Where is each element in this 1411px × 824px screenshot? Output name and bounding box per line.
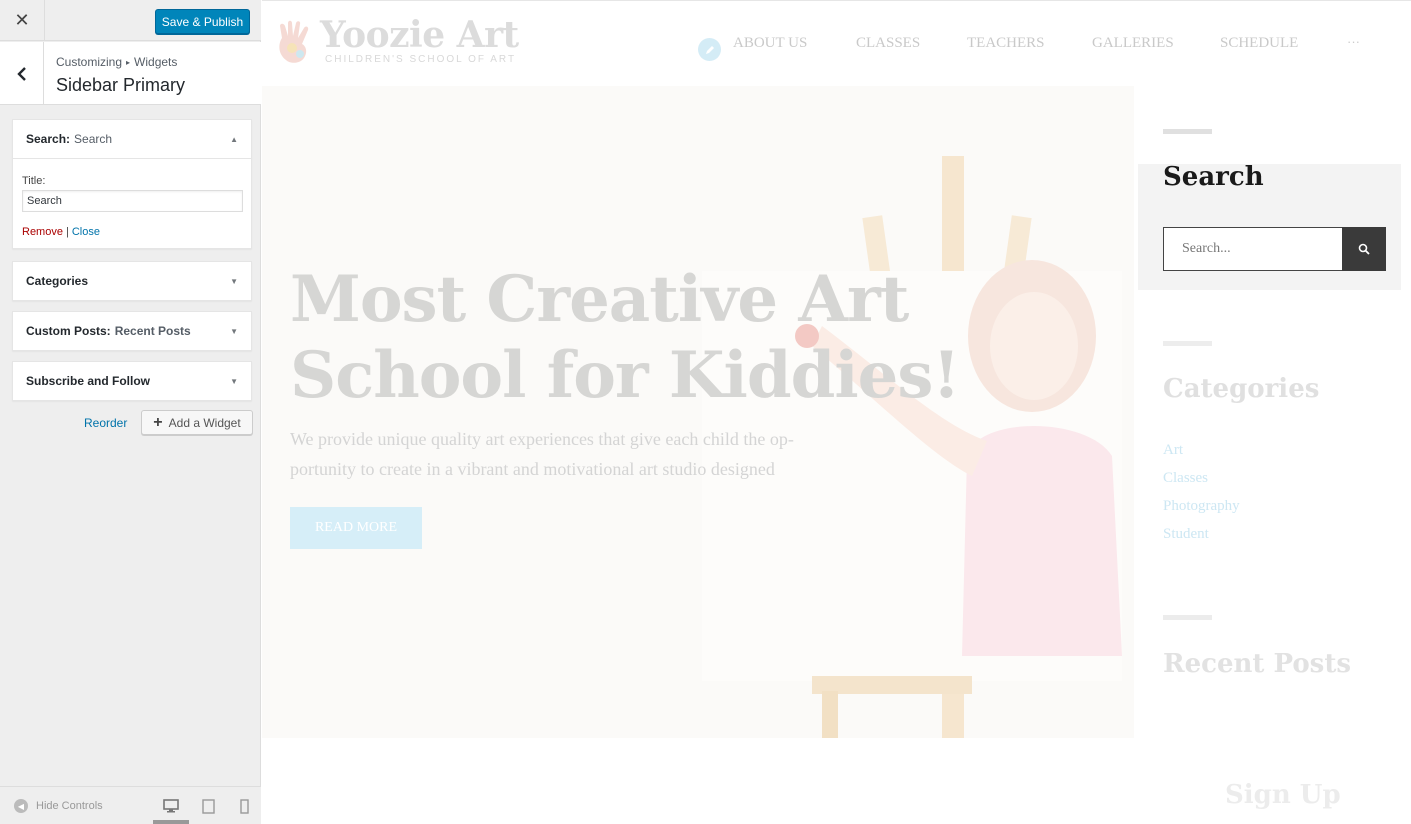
widget-categories[interactable]: Categories ▼ (12, 261, 252, 301)
nav-teachers[interactable]: TEACHERS (967, 35, 1045, 52)
chevron-left-icon (16, 66, 26, 81)
close-customizer-button[interactable]: ✕ (0, 0, 45, 41)
widget-name: Custom Posts: (26, 324, 111, 338)
search-icon (1358, 243, 1370, 255)
breadcrumb-root: Customizing (56, 55, 123, 69)
expand-arrow-icon[interactable]: ▼ (230, 277, 238, 286)
category-link-photography[interactable]: Photography (1163, 498, 1240, 515)
collapse-arrow-icon[interactable]: ▲ (230, 135, 238, 144)
widget-actions: Remove | Close (22, 226, 242, 238)
customizer-footer: ◀ Hide Controls (0, 786, 261, 824)
hide-controls-label: Hide Controls (36, 800, 103, 812)
sidebar-search-input[interactable]: Search... (1163, 227, 1343, 271)
site-logo-name[interactable]: Yoozie Art (320, 14, 519, 56)
hero-section: Most Creative Art School for Kiddies! We… (262, 86, 1134, 738)
nav-about-us[interactable]: ABOUT US (733, 35, 807, 52)
hero-text-line-1: We provide unique quality art experience… (290, 429, 794, 449)
add-widget-button[interactable]: + Add a Widget (141, 410, 253, 435)
site-logo-tagline: CHILDREN'S SCHOOL OF ART (325, 54, 517, 65)
desktop-icon (163, 799, 179, 813)
hero-headline-line-1: Most Creative Art (290, 262, 909, 337)
categories-widget-title: Categories (1163, 374, 1320, 404)
title-label: Title: (22, 175, 46, 187)
back-button[interactable] (0, 42, 44, 105)
breadcrumb: Customizing ▸ Widgets (56, 55, 177, 69)
pencil-edit-icon[interactable] (698, 38, 721, 61)
widget-name: Categories (26, 274, 89, 288)
panel-header: Customizing ▸ Widgets Sidebar Primary (0, 42, 261, 105)
nav-schedule[interactable]: SCHEDULE (1220, 35, 1298, 52)
hand-logo-icon (279, 20, 309, 63)
widget-search-form: Title: Remove|Close (13, 158, 251, 248)
hide-controls-button[interactable]: ◀ Hide Controls (14, 799, 103, 813)
widget-categories-header[interactable]: Categories ▼ (13, 262, 251, 300)
nav-galleries[interactable]: GALLERIES (1092, 35, 1174, 52)
active-device-indicator (153, 820, 189, 824)
widget-subtitle: Recent Posts (114, 324, 191, 338)
expand-arrow-icon[interactable]: ▼ (230, 327, 238, 336)
nav-classes[interactable]: CLASSES (856, 35, 920, 52)
category-link-student[interactable]: Student (1163, 526, 1209, 543)
plus-icon: + (153, 413, 163, 431)
category-link-classes[interactable]: Classes (1163, 470, 1208, 487)
save-publish-button[interactable]: Save & Publish (155, 9, 250, 34)
mobile-preview-button[interactable] (234, 797, 254, 815)
widget-subscribe-follow[interactable]: Subscribe and Follow ▼ (12, 361, 252, 401)
collapse-left-icon: ◀ (14, 799, 28, 813)
sidebar-search-button[interactable] (1342, 227, 1386, 271)
widget-name: Subscribe and Follow (26, 374, 151, 388)
remove-link[interactable]: Remove (22, 226, 63, 238)
reorder-link[interactable]: Reorder (84, 416, 127, 430)
widget-subscribe-header[interactable]: Subscribe and Follow ▼ (13, 362, 251, 400)
widget-custom-posts-header[interactable]: Custom Posts: Recent Posts ▼ (13, 312, 251, 350)
widget-subtitle: Search (74, 132, 113, 146)
hero-headline: Most Creative Art School for Kiddies! (290, 262, 960, 414)
title-input[interactable] (22, 190, 243, 212)
category-link-art[interactable]: Art (1163, 442, 1183, 459)
breadcrumb-section: Widgets (134, 55, 178, 69)
search-widget-title: Search (1163, 162, 1264, 192)
site-header: Yoozie Art CHILDREN'S SCHOOL OF ART ABOU… (262, 0, 1411, 86)
top-border (262, 0, 1411, 1)
hero-description: We provide unique quality art experience… (290, 424, 850, 484)
close-icon: ✕ (14, 10, 30, 30)
panel-title: Sidebar Primary (56, 75, 186, 95)
add-widget-label: Add a Widget (168, 415, 241, 430)
signup-widget-title: Sign Up (1225, 780, 1341, 810)
desktop-preview-button[interactable] (161, 797, 181, 815)
customizer-header-actions: ✕ Save & Publish (0, 0, 261, 41)
close-link[interactable]: Close (72, 226, 100, 238)
widget-name: Search: (26, 132, 71, 146)
tablet-icon (201, 798, 215, 814)
widget-search-header[interactable]: Search: Search ▲ (13, 120, 251, 158)
site-preview: Yoozie Art CHILDREN'S SCHOOL OF ART ABOU… (262, 0, 1411, 824)
breadcrumb-separator: ▸ (126, 58, 131, 67)
hero-headline-line-2: School for Kiddies! (290, 338, 960, 413)
search-widget-bar (1163, 129, 1212, 134)
recent-posts-widget-title: Recent Posts (1163, 649, 1351, 679)
recent-posts-widget-bar (1163, 615, 1212, 620)
customizer-panel: ✕ Save & Publish Customizing ▸ Widgets Sid… (0, 0, 261, 824)
widget-custom-posts[interactable]: Custom Posts: Recent Posts ▼ (12, 311, 252, 351)
nav-more-icon[interactable]: ··· (1347, 34, 1360, 49)
action-separator: | (65, 226, 69, 238)
widget-search: Search: Search ▲ Title: Remove|Close (12, 119, 252, 249)
read-more-button[interactable]: READ MORE (290, 507, 422, 549)
categories-widget-bar (1163, 341, 1212, 346)
tablet-preview-button[interactable] (198, 797, 218, 815)
expand-arrow-icon[interactable]: ▼ (230, 377, 238, 386)
hero-text-line-2: portunity to create in a vibrant and mot… (290, 459, 775, 479)
mobile-icon (239, 798, 249, 814)
